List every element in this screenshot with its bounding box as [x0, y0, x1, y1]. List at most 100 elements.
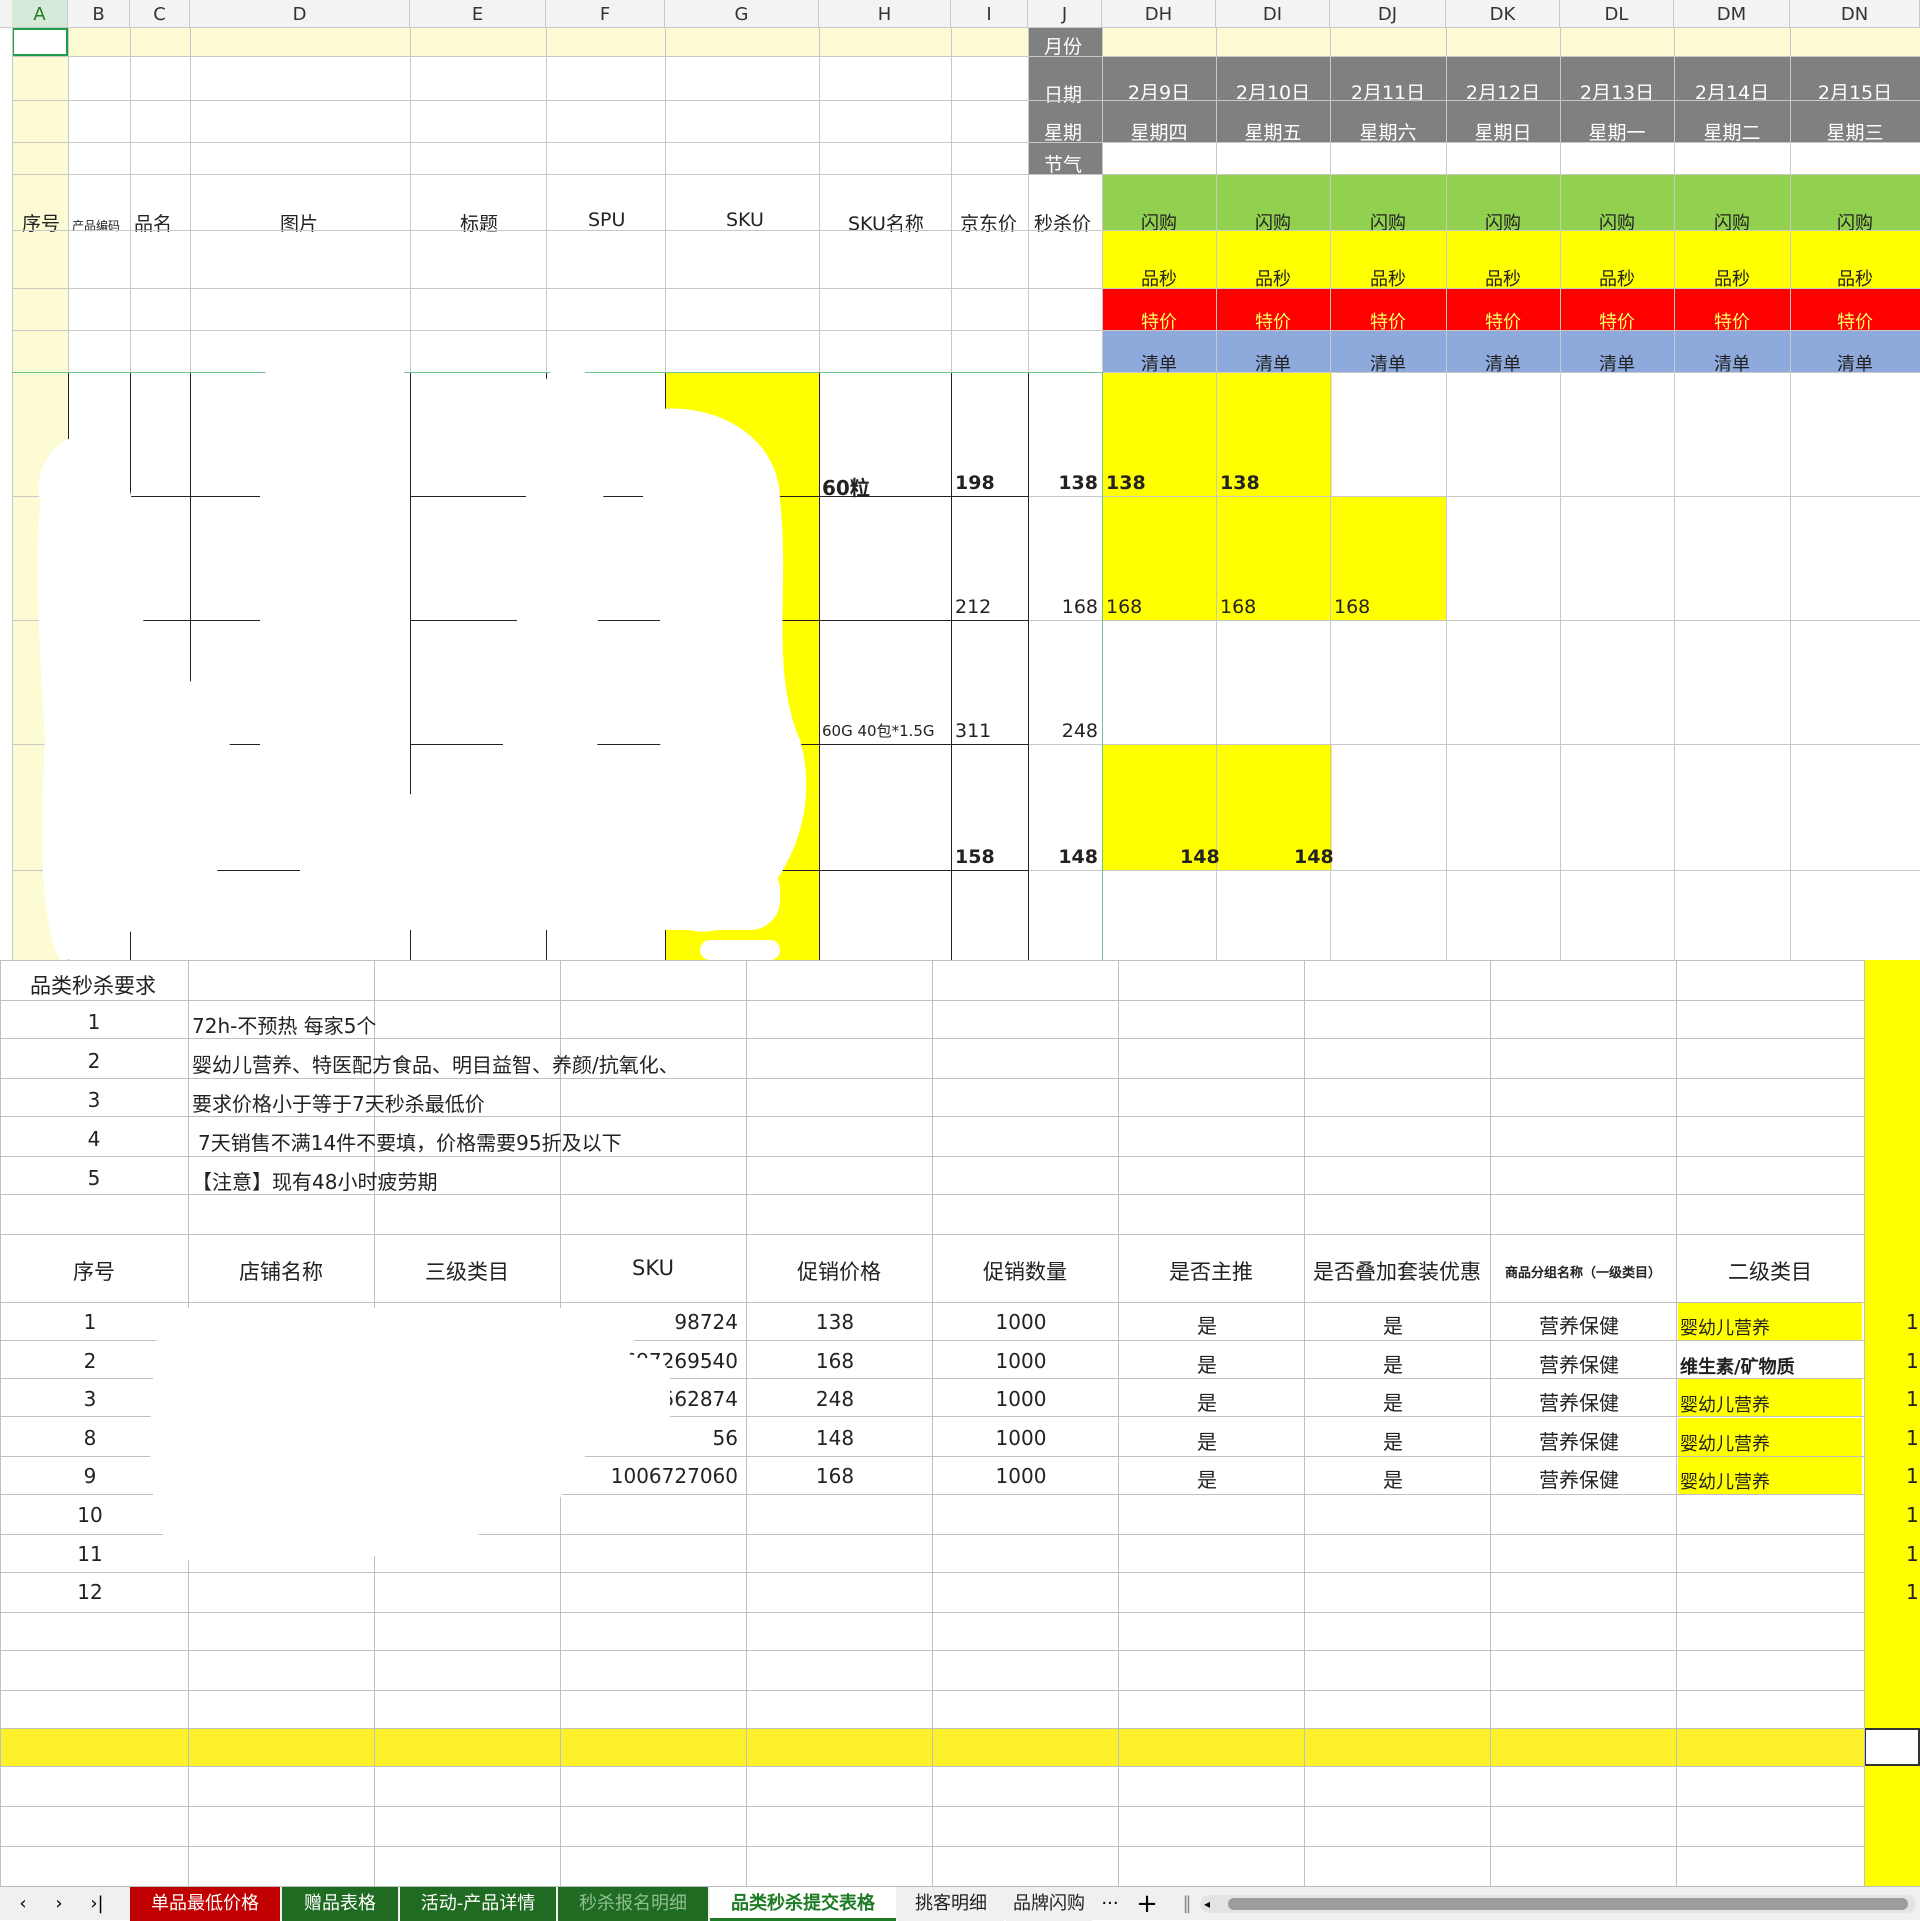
requirement-number: 3: [87, 1088, 101, 1112]
submit-header: 是否主推: [1169, 1260, 1253, 1284]
prev-sheet-nav-icon[interactable]: ›: [44, 1887, 74, 1921]
column-header-e[interactable]: E: [410, 0, 546, 28]
sheet-tab[interactable]: 活动-产品详情: [400, 1887, 556, 1921]
requirement-text: 7天销售不满14件不要填，价格需要95折及以下: [198, 1131, 622, 1155]
row-day-price: 148: [1180, 846, 1220, 868]
grid-row-line: [12, 230, 1920, 231]
row-day-price: 138: [1106, 472, 1146, 494]
first-sheet-nav-icon[interactable]: ‹: [8, 1887, 38, 1921]
hdr-name: 品名: [134, 213, 173, 235]
submit-cell-qty: 1000: [995, 1387, 1047, 1412]
column-header-c[interactable]: C: [130, 0, 190, 28]
grid-row-line: [12, 330, 1920, 331]
requirement-text: 婴幼儿营养、特医配方食品、明目益智、养颜/抗氧化、: [192, 1053, 679, 1077]
submit-cell-main: 是: [1197, 1391, 1217, 1416]
submit-header: 序号: [73, 1260, 115, 1284]
submit-header: 促销数量: [983, 1260, 1067, 1284]
submit-cell-edge: 1: [1906, 1310, 1919, 1334]
column-header-a[interactable]: A: [12, 0, 68, 28]
requirement-text: 72h-不预热 每家5个: [192, 1014, 377, 1038]
hdr-spu: SPU: [588, 209, 626, 231]
highlight-row-cell-right[interactable]: [1864, 1728, 1920, 1766]
weekday-cell: 星期四: [1130, 122, 1188, 144]
row-day-price: 168: [1334, 596, 1371, 618]
requirement-text: 要求价格小于等于7天秒杀最低价: [192, 1092, 485, 1116]
grid-row-line: [12, 56, 1920, 57]
submit-header: 是否叠加套装优惠: [1313, 1260, 1481, 1284]
submit-cell-qty: 1000: [995, 1464, 1047, 1489]
submit-cell-stack: 是: [1383, 1429, 1403, 1454]
sheet-tab[interactable]: 秒杀报名明细: [558, 1887, 708, 1921]
submit-cell-edge: 1: [1906, 1503, 1919, 1527]
column-header-j[interactable]: J: [1028, 0, 1102, 28]
selected-cell-a1[interactable]: [12, 28, 68, 56]
row-flash-price: 168: [1061, 596, 1098, 618]
sheet-tab[interactable]: 挑客明细: [898, 1887, 1004, 1921]
column-header-dn[interactable]: DN: [1790, 0, 1920, 28]
add-sheet-button[interactable]: +: [1130, 1887, 1164, 1921]
day-block-row2: [1102, 496, 1446, 620]
promo-flash-label: 闪购: [1255, 213, 1291, 234]
column-header-di[interactable]: DI: [1216, 0, 1330, 28]
freeze-pane-line: [1102, 372, 1103, 960]
submit-cell-cat2: 婴幼儿营养: [1680, 1433, 1770, 1455]
column-header-dj[interactable]: DJ: [1330, 0, 1446, 28]
submit-cell-group: 营养保健: [1539, 1352, 1619, 1377]
hdr-image: 图片: [280, 213, 319, 235]
submit-header: 三级类目: [425, 1260, 509, 1284]
grid-row-line: [12, 100, 1920, 101]
more-sheets-button[interactable]: ···: [1096, 1887, 1124, 1921]
lower-col-line: [932, 960, 933, 1886]
column-header-h[interactable]: H: [819, 0, 951, 28]
column-header-dl[interactable]: DL: [1560, 0, 1674, 28]
sheet-tab[interactable]: 赠品表格: [282, 1887, 398, 1921]
weekday-label: 星期: [1044, 122, 1083, 144]
column-header-b[interactable]: B: [68, 0, 130, 28]
scrollbar-thumb[interactable]: [1228, 1898, 1908, 1910]
month-label: 月份: [1044, 36, 1083, 58]
column-header-d[interactable]: D: [190, 0, 410, 28]
table-border-col: [951, 372, 952, 960]
submit-header: 二级类目: [1728, 1260, 1812, 1284]
submit-cell-cat2: 维生素/矿物质: [1680, 1356, 1795, 1378]
promo-flash-label: 闪购: [1599, 213, 1635, 234]
submit-cell-stack: 是: [1383, 1314, 1403, 1338]
lower-col-line: [1864, 960, 1865, 1886]
grid-row-line: [12, 142, 1920, 143]
row-flash-price: 138: [1058, 472, 1098, 494]
weekday-cell: 星期一: [1588, 122, 1646, 144]
column-header-i[interactable]: I: [951, 0, 1028, 28]
row-flash-price: 248: [1061, 720, 1098, 742]
submit-cell-stack: 是: [1383, 1391, 1403, 1416]
row-jd-price: 212: [955, 596, 992, 618]
requirement-text: 【注意】现有48小时疲劳期: [192, 1170, 438, 1194]
submit-cell-price: 148: [815, 1425, 855, 1450]
submit-cell-group: 营养保健: [1539, 1429, 1619, 1454]
grid-row-line: [12, 288, 1920, 289]
last-sheet-nav-icon[interactable]: ›|: [82, 1887, 112, 1921]
column-header-g[interactable]: G: [665, 0, 819, 28]
submit-header: SKU: [632, 1256, 674, 1280]
submit-header: 商品分组名称（一级类目）: [1504, 1266, 1661, 1281]
promo-flash-label: 闪购: [1370, 213, 1406, 234]
column-header-f[interactable]: F: [546, 0, 665, 28]
grid-col-line: [1330, 28, 1331, 960]
sheet-tab[interactable]: 品类秒杀提交表格: [710, 1887, 896, 1921]
row-day-price: 168: [1106, 596, 1143, 618]
hdr-flash-price: 秒杀价: [1034, 213, 1092, 235]
date-label: 日期: [1044, 84, 1083, 106]
submit-cell-edge: 1: [1906, 1387, 1919, 1412]
split-handle-icon[interactable]: ‖: [1180, 1887, 1194, 1921]
column-header-dm[interactable]: DM: [1674, 0, 1790, 28]
corner-select-all[interactable]: [0, 0, 12, 28]
grid-col-line: [1790, 28, 1791, 960]
column-header-dk[interactable]: DK: [1446, 0, 1560, 28]
sheet-tab[interactable]: 单品最低价格: [130, 1887, 280, 1921]
promo-flash-label: 闪购: [1141, 213, 1177, 234]
submit-cell-edge: 1: [1906, 1348, 1919, 1373]
sheet-tab[interactable]: 品牌闪购: [1006, 1887, 1092, 1921]
scroll-left-arrow-icon[interactable]: ◂: [1204, 1897, 1210, 1911]
column-header-dh[interactable]: DH: [1102, 0, 1216, 28]
hdr-code: 产品编码: [72, 219, 121, 233]
horizontal-scrollbar[interactable]: ◂: [1200, 1895, 1916, 1913]
